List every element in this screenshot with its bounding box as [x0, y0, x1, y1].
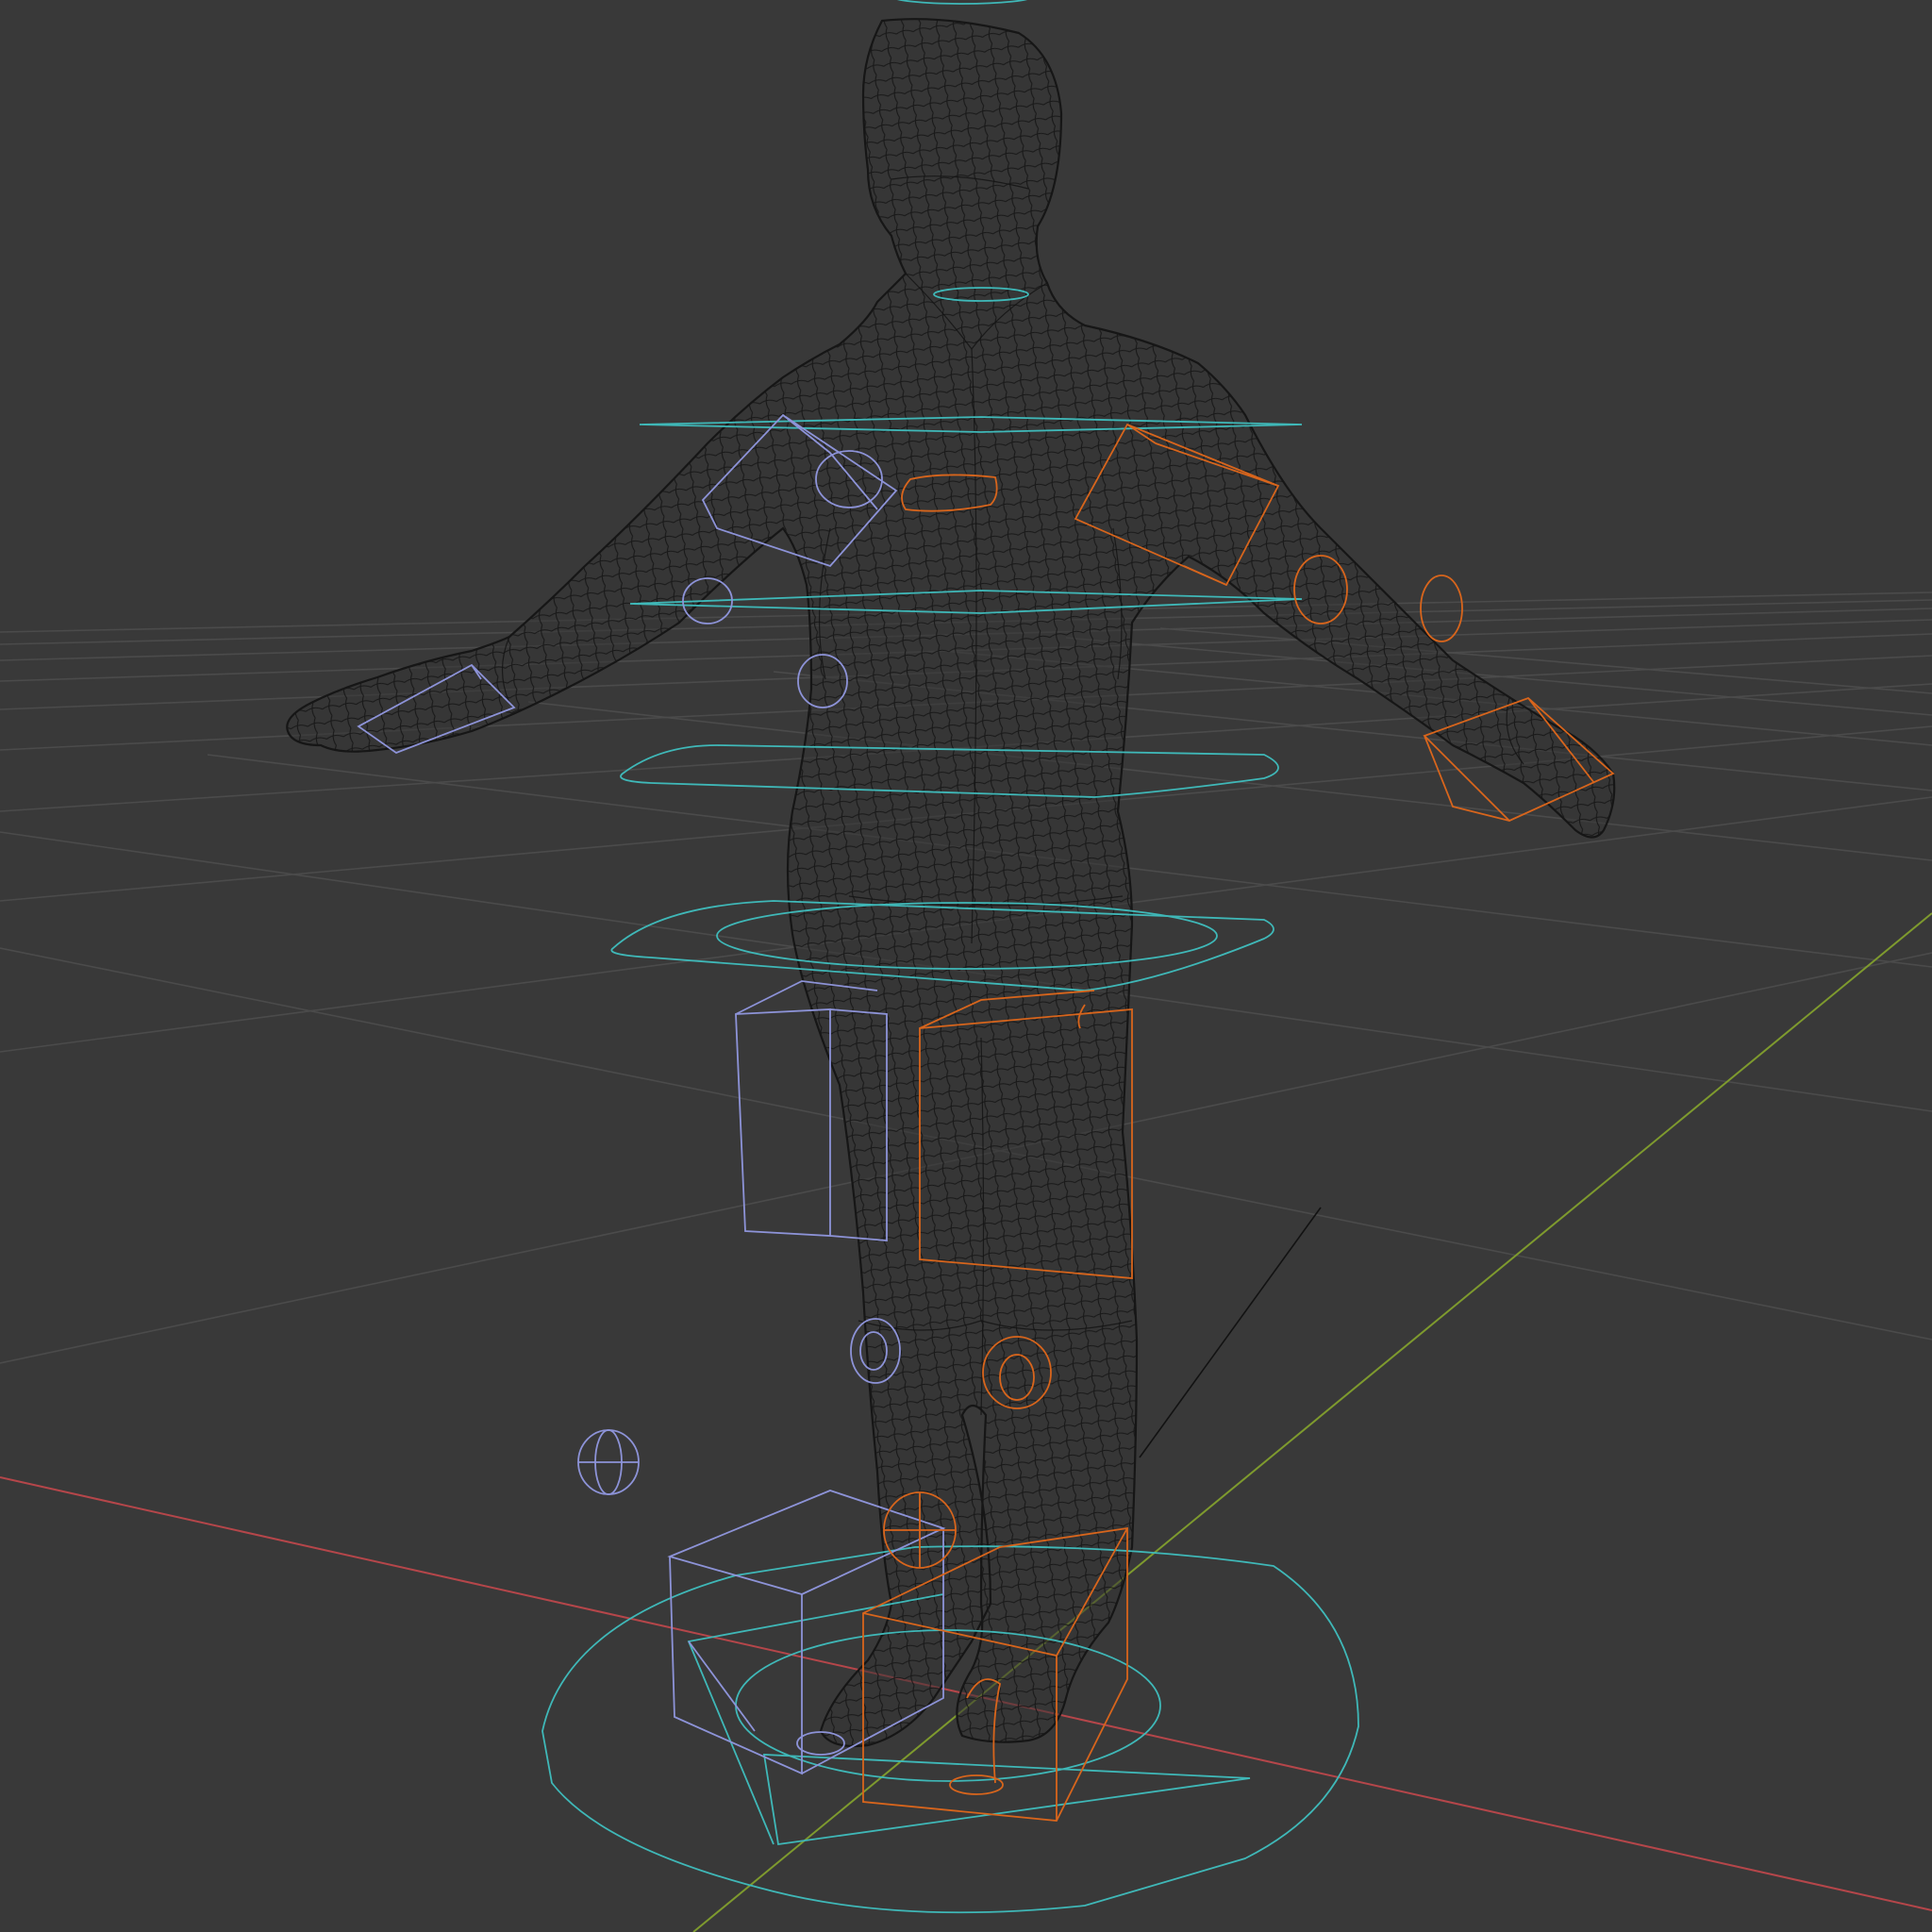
right-elbow-pole[interactable] [1420, 575, 1463, 642]
3d-viewport[interactable] [0, 0, 1932, 1932]
character-mesh[interactable] [286, 18, 1616, 1748]
mesh-wire-overlay [287, 19, 1615, 1747]
head-top-control[interactable] [891, 0, 1033, 5]
viewport-scene[interactable] [0, 0, 1932, 1932]
right-heel-control[interactable] [949, 1774, 1004, 1795]
view-helper-line [1139, 1207, 1322, 1458]
